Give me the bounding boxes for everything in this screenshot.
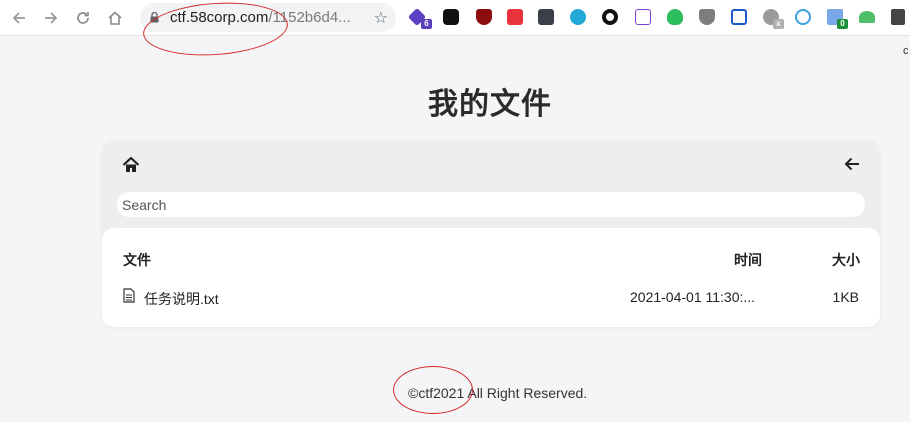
text-file-icon [123, 288, 135, 303]
clipped-edge-text: c [903, 45, 909, 57]
footer-copyright: ©ctf2021 All Right Reserved. [408, 385, 588, 401]
extension-badge-x: x [773, 19, 784, 29]
reload-icon[interactable] [72, 8, 94, 28]
column-header-size[interactable]: 大小 [832, 250, 860, 270]
evernote-icon[interactable] [667, 9, 683, 25]
browser-toolbar: ctf.58corp.com/1152b6d4... ☆ 6 x 0 [0, 0, 910, 36]
extension-dots-icon[interactable] [443, 9, 459, 25]
home-icon[interactable] [104, 8, 126, 28]
url-path: /1152b6d4... [268, 9, 351, 26]
home-icon[interactable] [122, 156, 140, 174]
extension-globe-icon[interactable] [570, 9, 586, 25]
ublock-shield-icon[interactable] [476, 9, 492, 25]
file-time: 2021-04-01 11:30:... [630, 289, 756, 305]
forward-arrow-icon[interactable] [40, 8, 62, 28]
file-row[interactable]: 任务说明.txt 2021-04-01 11:30:... 1KB [102, 285, 880, 309]
page-title: 我的文件 [428, 88, 552, 121]
extension-badge-zero: 0 [837, 19, 848, 29]
extension-ring-icon[interactable] [602, 9, 618, 25]
extension-fe-icon[interactable] [507, 9, 523, 25]
file-table: 文件 时间 大小 任务说明.txt 2021-04-01 11:30:... 1… [102, 228, 880, 327]
share-icon[interactable] [795, 9, 811, 25]
bookmark-star-icon[interactable]: ☆ [374, 8, 388, 28]
address-bar[interactable]: ctf.58corp.com/1152b6d4... ☆ [140, 3, 396, 32]
file-browser-card: 文件 时间 大小 任务说明.txt 2021-04-01 11:30:... 1… [102, 141, 880, 327]
extension-ufo-icon[interactable] [859, 11, 875, 23]
extension-badge-count: 6 [421, 19, 432, 29]
search-input[interactable] [117, 192, 865, 217]
extension-bolt-icon[interactable] [635, 9, 651, 25]
file-name[interactable]: 任务说明.txt [144, 289, 219, 309]
back-arrow-icon[interactable] [843, 155, 861, 173]
url-host: ctf.58corp.com [170, 9, 269, 26]
lock-icon [150, 12, 159, 23]
extension-terminal-icon[interactable] [538, 9, 554, 25]
url-text[interactable]: ctf.58corp.com/1152b6d4... [170, 9, 366, 26]
column-header-file[interactable]: 文件 [123, 250, 151, 270]
back-arrow-icon[interactable] [8, 8, 30, 28]
extension-shield-icon[interactable] [699, 9, 715, 25]
column-header-time[interactable]: 时间 [734, 250, 762, 270]
puzzle-extensions-icon[interactable] [891, 9, 905, 25]
file-size: 1KB [832, 289, 859, 305]
extension-blue-square-icon[interactable] [731, 9, 747, 25]
